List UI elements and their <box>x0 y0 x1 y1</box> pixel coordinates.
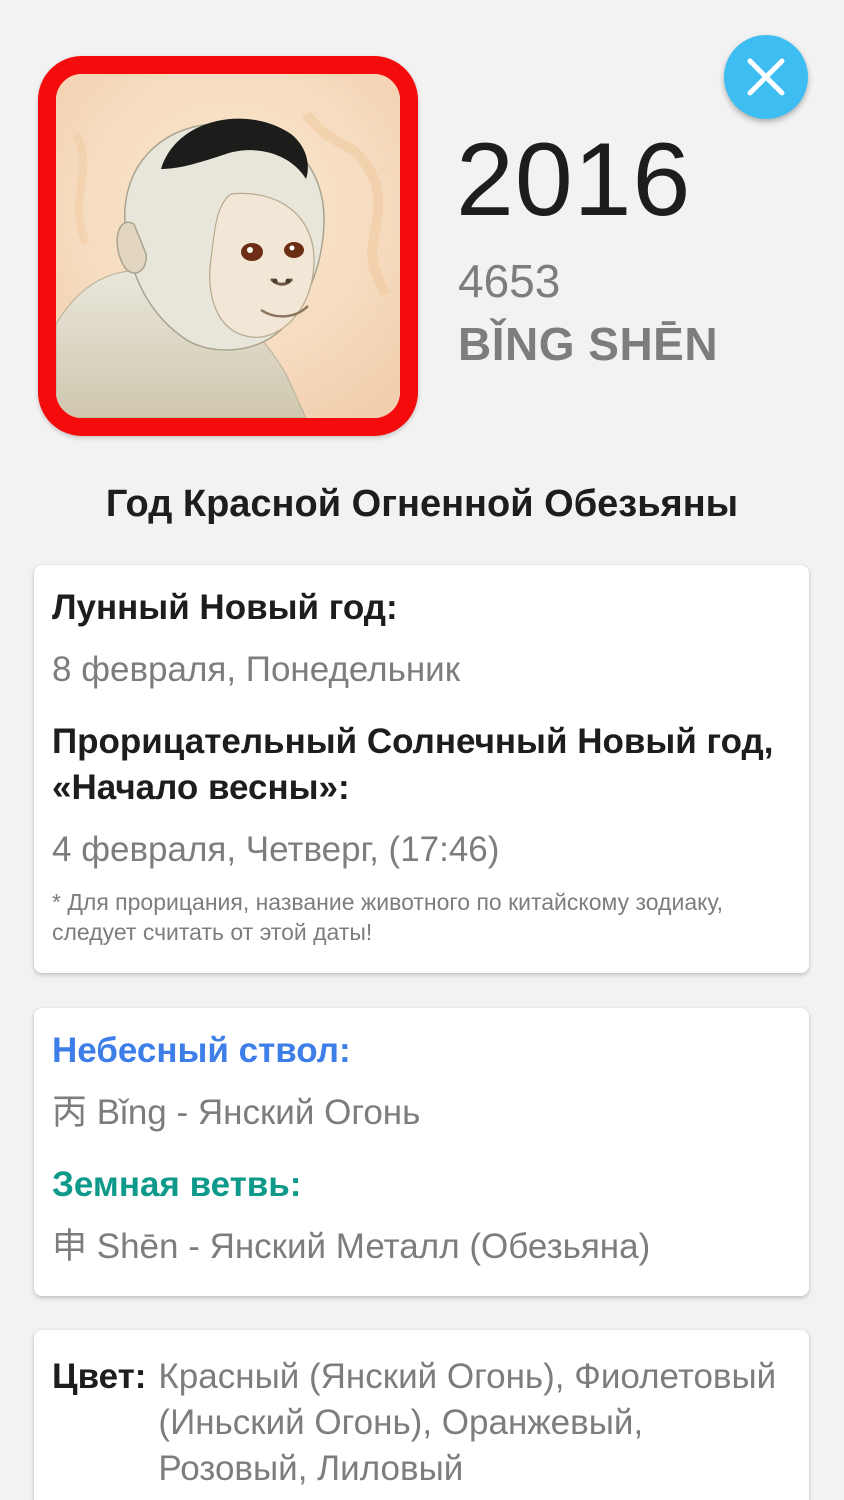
lunar-new-year-value: 8 февраля, Понедельник <box>52 650 461 689</box>
divination-note: * Для прорицания, название животного по … <box>52 889 724 945</box>
close-button[interactable] <box>724 35 808 119</box>
lunar-new-year-label: Лунный Новый год: <box>52 588 398 627</box>
monkey-icon <box>56 74 400 418</box>
year-name: BǏNG SHĒN <box>458 318 719 370</box>
earthly-branch-value: 申 Shēn - Янский Металл (Обезьяна) <box>52 1227 651 1266</box>
year-detail-screen: 2016 4653 BǏNG SHĒN Год Красной Огненной… <box>0 0 844 1500</box>
close-icon <box>747 58 785 96</box>
solar-new-year-value: 4 февраля, Четверг, (17:46) <box>52 830 500 869</box>
solar-new-year-label: Прорицательный Солнечный Новый год, «Нач… <box>52 722 774 807</box>
color-card: Цвет: Красный (Янский Огонь), Фиолетовый… <box>34 1330 809 1500</box>
stem-branch-card: Небесный ствол: 丙 Bǐng - Янский Огонь Зе… <box>34 1008 809 1296</box>
color-label: Цвет: <box>52 1357 147 1396</box>
animal-image <box>38 56 418 436</box>
page-title: Год Красной Огненной Обезьяны <box>105 483 739 525</box>
new-year-dates-card: Лунный Новый год: 8 февраля, Понедельник… <box>34 565 809 973</box>
heavenly-stem-label: Небесный ствол: <box>52 1031 351 1070</box>
color-value: Красный (Янский Огонь), Фиолетовый (Иньс… <box>158 1357 777 1488</box>
heavenly-stem-value: 丙 Bǐng - Янский Огонь <box>52 1093 421 1132</box>
chinese-year-number: 4653 <box>458 255 561 307</box>
year-value: 2016 <box>456 122 692 238</box>
earthly-branch-label: Земная ветвь: <box>52 1165 302 1204</box>
